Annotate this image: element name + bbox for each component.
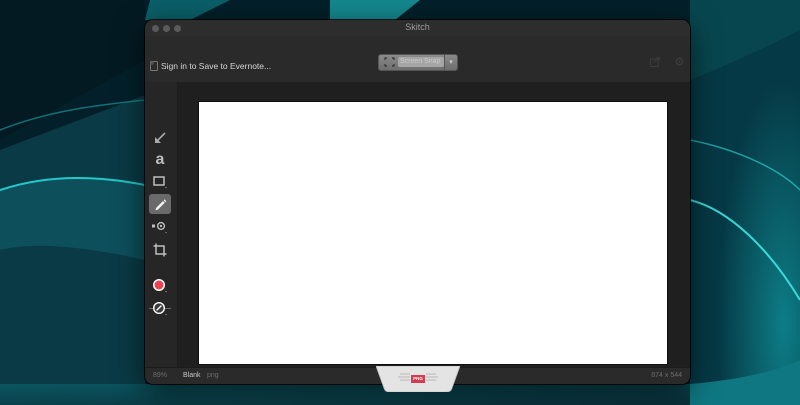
crop-icon	[153, 243, 167, 257]
image-dimensions: 874 x 544	[651, 372, 682, 379]
rectangle-icon	[153, 176, 167, 189]
pencil-icon	[155, 199, 167, 211]
signin-link[interactable]: Sign in to Save to Evernote...	[161, 61, 271, 71]
drawing-canvas[interactable]	[199, 102, 667, 364]
zoom-level[interactable]: 89%	[153, 372, 167, 379]
tools-sidebar: a	[145, 82, 178, 367]
arrow-icon	[155, 132, 166, 143]
color-picker[interactable]	[149, 276, 171, 296]
skitch-window: Skitch Sign in to Save to Evernote... Sc…	[145, 20, 690, 384]
text-tool[interactable]: a	[149, 150, 171, 170]
file-name[interactable]: Blank	[183, 372, 201, 379]
title-bar: Skitch	[145, 20, 690, 36]
stroke-width-picker[interactable]	[149, 299, 171, 319]
window-title: Skitch	[405, 22, 430, 32]
pixelate-icon	[152, 221, 167, 234]
pixelate-tool[interactable]	[149, 217, 171, 237]
canvas-area	[178, 82, 690, 367]
text-icon: a	[155, 151, 165, 168]
arrow-tool[interactable]	[149, 128, 171, 148]
gear-icon[interactable]	[674, 56, 685, 67]
drag-export-tab[interactable]: PNG	[375, 365, 461, 393]
shape-tool[interactable]	[149, 172, 171, 192]
screen-snap-icon	[384, 57, 395, 67]
screen-snap-label: Screen Snap	[398, 57, 444, 67]
file-type[interactable]: png	[207, 372, 219, 379]
file-format-badge: PNG	[411, 375, 425, 383]
chevron-down-icon[interactable]: ▾	[444, 55, 457, 70]
color-swatch-icon	[153, 279, 167, 293]
stroke-width-icon	[153, 302, 167, 316]
evernote-icon	[150, 61, 158, 71]
toolbar: Sign in to Save to Evernote... Screen Sn…	[145, 36, 690, 83]
crop-tool[interactable]	[149, 240, 171, 260]
pen-tool[interactable]	[149, 194, 171, 214]
share-icon[interactable]	[650, 57, 660, 67]
screen-snap-button[interactable]: Screen Snap ▾	[378, 54, 458, 71]
